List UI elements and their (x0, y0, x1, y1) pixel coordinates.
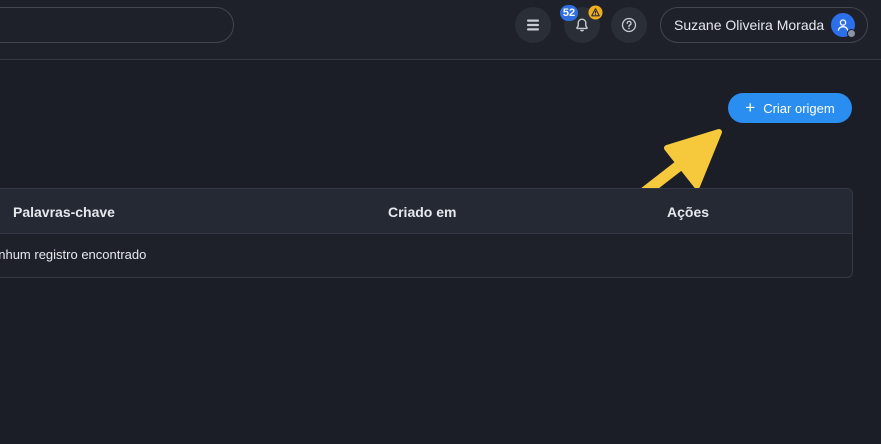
help-button[interactable] (611, 7, 647, 43)
avatar (831, 13, 856, 38)
presence-indicator (847, 29, 856, 38)
column-header-keywords: Palavras-chave (13, 204, 115, 220)
empty-state-message: enhum registro encontrado (0, 247, 147, 262)
column-header-actions: Ações (667, 204, 710, 220)
create-origin-label: Criar origem (763, 100, 835, 116)
search-input[interactable] (0, 7, 234, 43)
column-header-created-at: Criado em (388, 204, 457, 220)
user-name: Suzane Oliveira Morada (674, 17, 825, 33)
user-menu-button[interactable]: Suzane Oliveira Morada (660, 7, 868, 43)
table-header: Palavras-chave Criado em Ações (0, 189, 852, 234)
create-origin-button[interactable]: + Criar origem (728, 93, 852, 123)
help-icon (621, 17, 637, 33)
plus-icon: + (745, 98, 756, 117)
origins-table: Palavras-chave Criado em Ações enhum reg… (0, 188, 853, 278)
notifications-count-badge: 52 (560, 5, 578, 21)
menu-stack-icon (527, 19, 539, 31)
top-bar: 52 Suzane Oliveira Morada (0, 0, 881, 60)
warning-icon (588, 5, 603, 20)
apps-menu-button[interactable] (515, 7, 551, 43)
